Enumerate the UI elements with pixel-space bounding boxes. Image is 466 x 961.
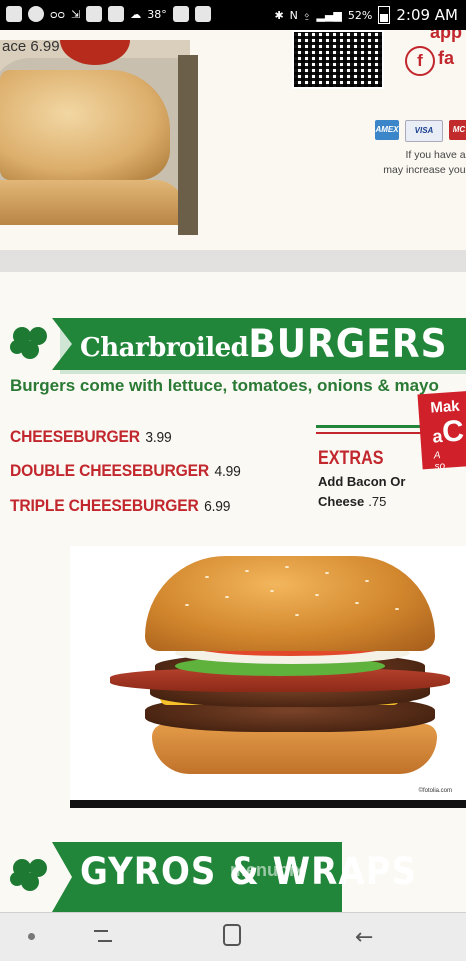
facebook-label: fa: [438, 48, 455, 68]
app-icon: [194, 6, 211, 22]
promo-badge: Mak aC A so: [417, 389, 466, 473]
previous-menu-page: ace 6.99 app f fa AMEX VISA MC If you ha…: [0, 30, 466, 250]
item-name: TRIPLE CHEESEBURGER: [10, 496, 199, 515]
extras-title: EXTRAS: [318, 448, 384, 469]
menu-item: CHEESEBURGER 3.99: [10, 427, 172, 447]
item-price: 4.99: [214, 463, 241, 480]
item-name: CHEESEBURGER: [10, 427, 140, 446]
allergy-notice: If you have a particu may increase your …: [340, 148, 466, 178]
battery-percent: 52%: [347, 8, 373, 22]
vibrate-icon: ⍚: [303, 8, 311, 21]
status-bar: ᴑᴑ ⇲ ☁ 38° ✱ N ⍚ ▂▄▆ 52% 2:09 AM: [0, 0, 466, 30]
promo-line: aC: [431, 413, 466, 451]
voicemail-icon: ᴑᴑ: [50, 7, 66, 21]
extras-line: Cheese .75: [318, 492, 405, 512]
pie-photo: [0, 40, 190, 225]
messages-icon: [6, 6, 22, 22]
clock: 2:09 AM: [396, 6, 458, 24]
youtube-icon: [172, 6, 189, 22]
nfc-icon: N: [289, 8, 298, 22]
extras-divider-green: [316, 425, 426, 428]
qr-code: [292, 30, 384, 89]
facebook-icon: f: [405, 46, 435, 76]
app-label: app: [430, 30, 463, 42]
burgers-title: CharbroiledBURGERS: [80, 321, 448, 368]
burger-photo: ©fotolia.com: [70, 546, 466, 808]
item-price: 3.99: [145, 429, 172, 446]
cast-icon: ⇲: [71, 7, 81, 21]
system-icons: ✱ N ⍚ ▂▄▆ 52% 2:09 AM: [274, 6, 458, 24]
burgers-menu-page: CharbroiledBURGERS Burgers come with let…: [0, 272, 466, 912]
bluetooth-icon: ✱: [274, 8, 284, 22]
watermark: menupix: [230, 860, 305, 880]
extras-line: Add Bacon Or: [318, 474, 406, 489]
allergy-line: If you have a particu: [405, 149, 466, 161]
burgers-title-small: Charbroiled: [80, 333, 249, 363]
extras-label: Cheese: [318, 494, 365, 509]
messenger-icon: [28, 6, 44, 22]
navigation-bar: ←: [0, 912, 466, 961]
allergy-line: may increase your risk of: [383, 164, 466, 176]
mastercard-icon: MC: [449, 120, 466, 140]
burgers-title-big: BURGERS: [248, 321, 448, 368]
mail-icon: [86, 6, 103, 22]
extras-text: Add Bacon Or Cheese .75: [318, 472, 405, 512]
signal-icon: ▂▄▆: [316, 8, 342, 22]
gallery-icon: [108, 6, 125, 22]
temperature: 38°: [147, 7, 167, 21]
extras-divider-red: [316, 432, 426, 434]
photo-credit: ©fotolia.com: [418, 788, 452, 794]
recents-button[interactable]: [92, 925, 114, 947]
nav-dot-button[interactable]: [28, 933, 35, 940]
home-button[interactable]: [223, 924, 241, 946]
menu-item: TRIPLE CHEESEBURGER 6.99: [10, 496, 230, 516]
page-gap: [0, 250, 466, 272]
menu-item: DOUBLE CHEESEBURGER 4.99: [10, 461, 241, 481]
burger-bun: [145, 556, 435, 651]
payment-cards: AMEX VISA MC: [375, 120, 466, 142]
notification-icons: ᴑᴑ ⇲ ☁ 38°: [6, 6, 211, 22]
promo-text: C: [441, 414, 465, 449]
extras-price: .75: [368, 494, 387, 509]
item-price: 6.99: [204, 498, 231, 515]
promo-line: Mak: [429, 397, 461, 417]
battery-icon: [378, 6, 391, 24]
cloud-icon: ☁: [130, 7, 142, 21]
shamrock-icon: [10, 324, 50, 364]
back-button[interactable]: ←: [355, 925, 373, 950]
amex-card-icon: AMEX: [375, 120, 399, 140]
shamrock-icon: [10, 856, 50, 896]
item-name: DOUBLE CHEESEBURGER: [10, 461, 209, 480]
burgers-subtitle: Burgers come with lettuce, tomatoes, oni…: [10, 376, 439, 395]
visa-card-icon: VISA: [405, 120, 443, 142]
photo-shadow: [178, 55, 198, 235]
